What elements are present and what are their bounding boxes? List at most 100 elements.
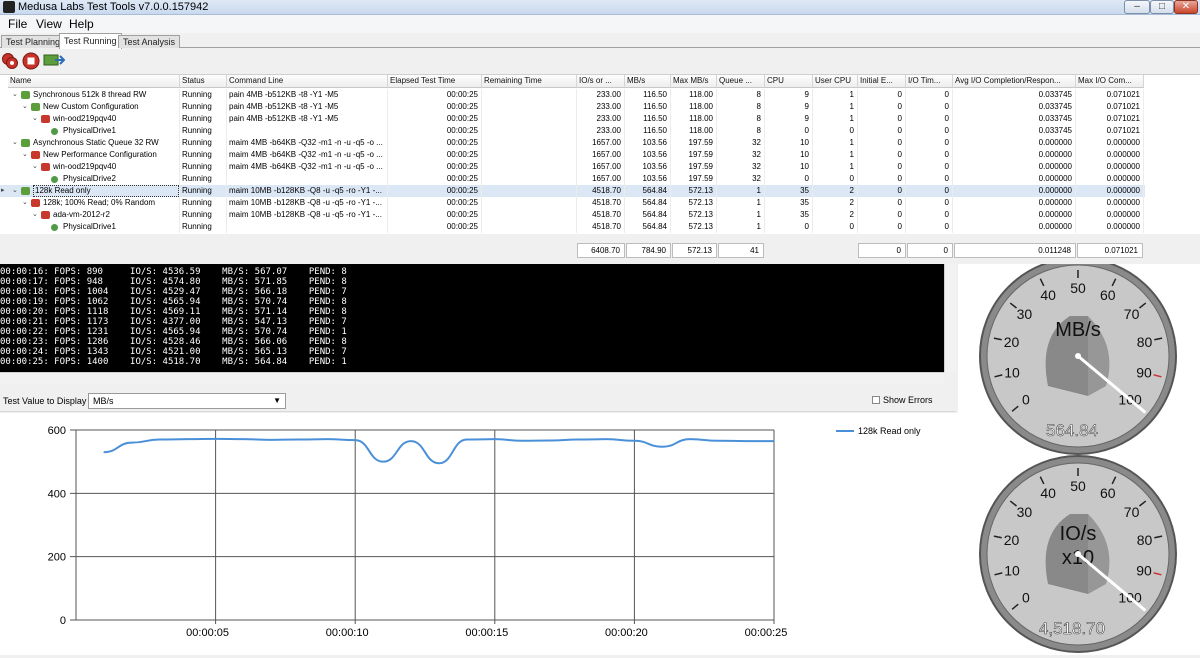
cell-avg: 0.000000 [953,173,1076,185]
table-row[interactable]: ⌄ win-ood219pqv40 Running pain 4MB -b512KB … [0,113,1145,125]
menu-file[interactable]: File [8,17,27,31]
gauge-tick-label: 80 [1137,334,1153,350]
tab-test-running[interactable]: Test Running [59,33,122,49]
cell-cmd: maim 4MB -b64KB -Q32 -m1 -n -u -q5 -o ..… [227,149,388,161]
cell-remaining [482,125,577,137]
console-output[interactable]: 00:00:16: FOPS: 890 IO/S: 4536.59 MB/S: … [0,264,944,372]
table-row[interactable]: ⌄ 128k; 100% Read; 0% Random Running maim 1… [0,197,1145,209]
cell-cpu: 9 [765,89,813,101]
table-row[interactable]: ⌄ ada-vm-2012-r2 Running maim 10MB -b128KB … [0,209,1145,221]
test-group-icon [31,103,40,111]
expand-toggle-icon[interactable]: ⌄ [12,89,20,101]
tab-test-analysis[interactable]: Test Analysis [118,35,181,48]
cell-iot: 0 [906,185,953,197]
cell-max: 0.000000 [1076,185,1144,197]
tree-node-label: Synchronous 512k 8 thread RW [33,90,147,99]
column-header-mbs[interactable]: MB/s [625,75,671,88]
column-header-remaining[interactable]: Remaining Time [482,75,577,88]
cell-cmd: maim 10MB -b128KB -Q8 -u -q5 -ro -Y1 -..… [227,185,388,197]
gauge-tick-label: 70 [1124,306,1140,322]
cell-iot: 0 [906,173,953,185]
cell-avg: 0.033745 [953,125,1076,137]
cell-max: 0.000000 [1076,221,1144,233]
table-row[interactable]: ⌄ New Performance Configuration Running mai… [0,149,1145,161]
gauge-tick-label: 10 [1004,364,1020,380]
minimize-button[interactable]: – [1124,0,1150,14]
cell-mbs: 564.84 [625,197,671,209]
test-value-select[interactable]: MB/s ▼ [88,393,286,409]
cell-remaining [482,209,577,221]
tree-node: ⌄ New Performance Configuration [8,149,180,161]
cell-ucpu: 1 [813,137,858,149]
show-errors-checkbox[interactable]: Show Errors [872,395,933,405]
column-header-elapsed[interactable]: Elapsed Test Time [388,75,482,88]
gauge-tick-label: 60 [1100,485,1116,501]
test-value-selected: MB/s [93,396,114,406]
console-horizontal-scrollbar[interactable] [0,372,944,384]
column-header-cpu[interactable]: CPU [765,75,813,88]
cell-iot: 0 [906,209,953,221]
cell-cmd [227,221,388,233]
column-header-avg[interactable]: Avg I/O Completion/Respon... [953,75,1076,88]
cell-ucpu: 0 [813,125,858,137]
expand-toggle-icon[interactable]: ⌄ [22,197,30,209]
expand-toggle-icon[interactable]: ⌄ [32,113,40,125]
table-row[interactable]: PhysicalDrive1 Running 00:00:25 4518.70 564.… [0,221,1145,233]
export-icon[interactable] [43,52,65,70]
cell-cmd: pain 4MB -b512KB -t8 -Y1 -M5 [227,89,388,101]
column-header-name[interactable]: Name [8,75,180,88]
expand-toggle-icon[interactable]: ⌄ [32,161,40,173]
cell-max: 0.071021 [1076,125,1144,137]
table-row[interactable]: ⌄ win-ood219pqv40 Running maim 4MB -b64KB -… [0,161,1145,173]
total-avg-io: 0.011248 [954,243,1076,258]
console-vertical-scrollbar[interactable] [944,264,956,372]
table-row[interactable]: ▸ ⌄ 128k Read only Running maim 10MB -b128KB… [0,185,1145,197]
data-point [326,438,328,440]
column-header-iot[interactable]: I/O Tim... [906,75,953,88]
cell-cpu: 10 [765,161,813,173]
cell-queue: 8 [717,113,765,125]
column-header-cmd[interactable]: Command Line [227,75,388,88]
cell-remaining [482,113,577,125]
menu-help[interactable]: Help [69,17,94,31]
column-header-queue[interactable]: Queue ... [717,75,765,88]
table-row[interactable]: ⌄ Synchronous 512k 8 thread RW Running pain… [0,89,1145,101]
tree-node-label: win-ood219pqv40 [53,114,117,123]
y-tick-label: 600 [48,425,66,437]
column-header-maxmbs[interactable]: Max MB/s [671,75,717,88]
tab-test-planning[interactable]: Test Planning [1,35,66,48]
cell-init: 0 [858,137,906,149]
table-row[interactable]: PhysicalDrive1 Running 00:00:25 233.00 116.5… [0,125,1145,137]
column-header-ucpu[interactable]: User CPU [813,75,858,88]
cell-init: 0 [858,125,906,137]
close-button[interactable]: ✕ [1174,0,1198,14]
cell-iot: 0 [906,89,953,101]
expand-toggle-icon[interactable]: ⌄ [22,101,30,113]
expand-toggle-icon[interactable]: ⌄ [32,209,40,221]
cell-cpu: 10 [765,137,813,149]
cell-status: Running [180,221,227,233]
column-header-init[interactable]: Initial E... [858,75,906,88]
expand-toggle-icon[interactable]: ⌄ [12,137,20,149]
console-line: 00:00:16: FOPS: 890 IO/S: 4536.59 MB/S: … [0,267,347,277]
maximize-button[interactable]: □ [1150,0,1174,14]
table-row[interactable]: ⌄ New Custom Configuration Running pain 4MB… [0,101,1145,113]
table-row[interactable]: PhysicalDrive2 Running 00:00:25 1657.00 103.… [0,173,1145,185]
configuration-icon [41,115,50,123]
test-grid: Name Status Command Line Elapsed Test Time R… [0,74,1200,234]
expand-toggle-icon[interactable]: ⌄ [12,185,20,197]
column-header-max[interactable]: Max I/O Com... [1076,75,1144,88]
column-header-status[interactable]: Status [180,75,227,88]
menu-view[interactable]: View [36,17,62,31]
checkbox-icon [872,396,880,404]
cell-elapsed: 00:00:25 [388,197,482,209]
table-row[interactable]: ⌄ Asynchronous Static Queue 32 RW Running m… [0,137,1145,149]
cell-queue: 8 [717,101,765,113]
column-header-ios[interactable]: IO/s or ... [577,75,625,88]
data-point [550,439,552,442]
run-tests-icon[interactable] [1,52,19,70]
cell-status: Running [180,113,227,125]
tree-node: PhysicalDrive1 [8,221,180,233]
expand-toggle-icon[interactable]: ⌄ [22,149,30,161]
stop-icon[interactable] [22,52,40,70]
